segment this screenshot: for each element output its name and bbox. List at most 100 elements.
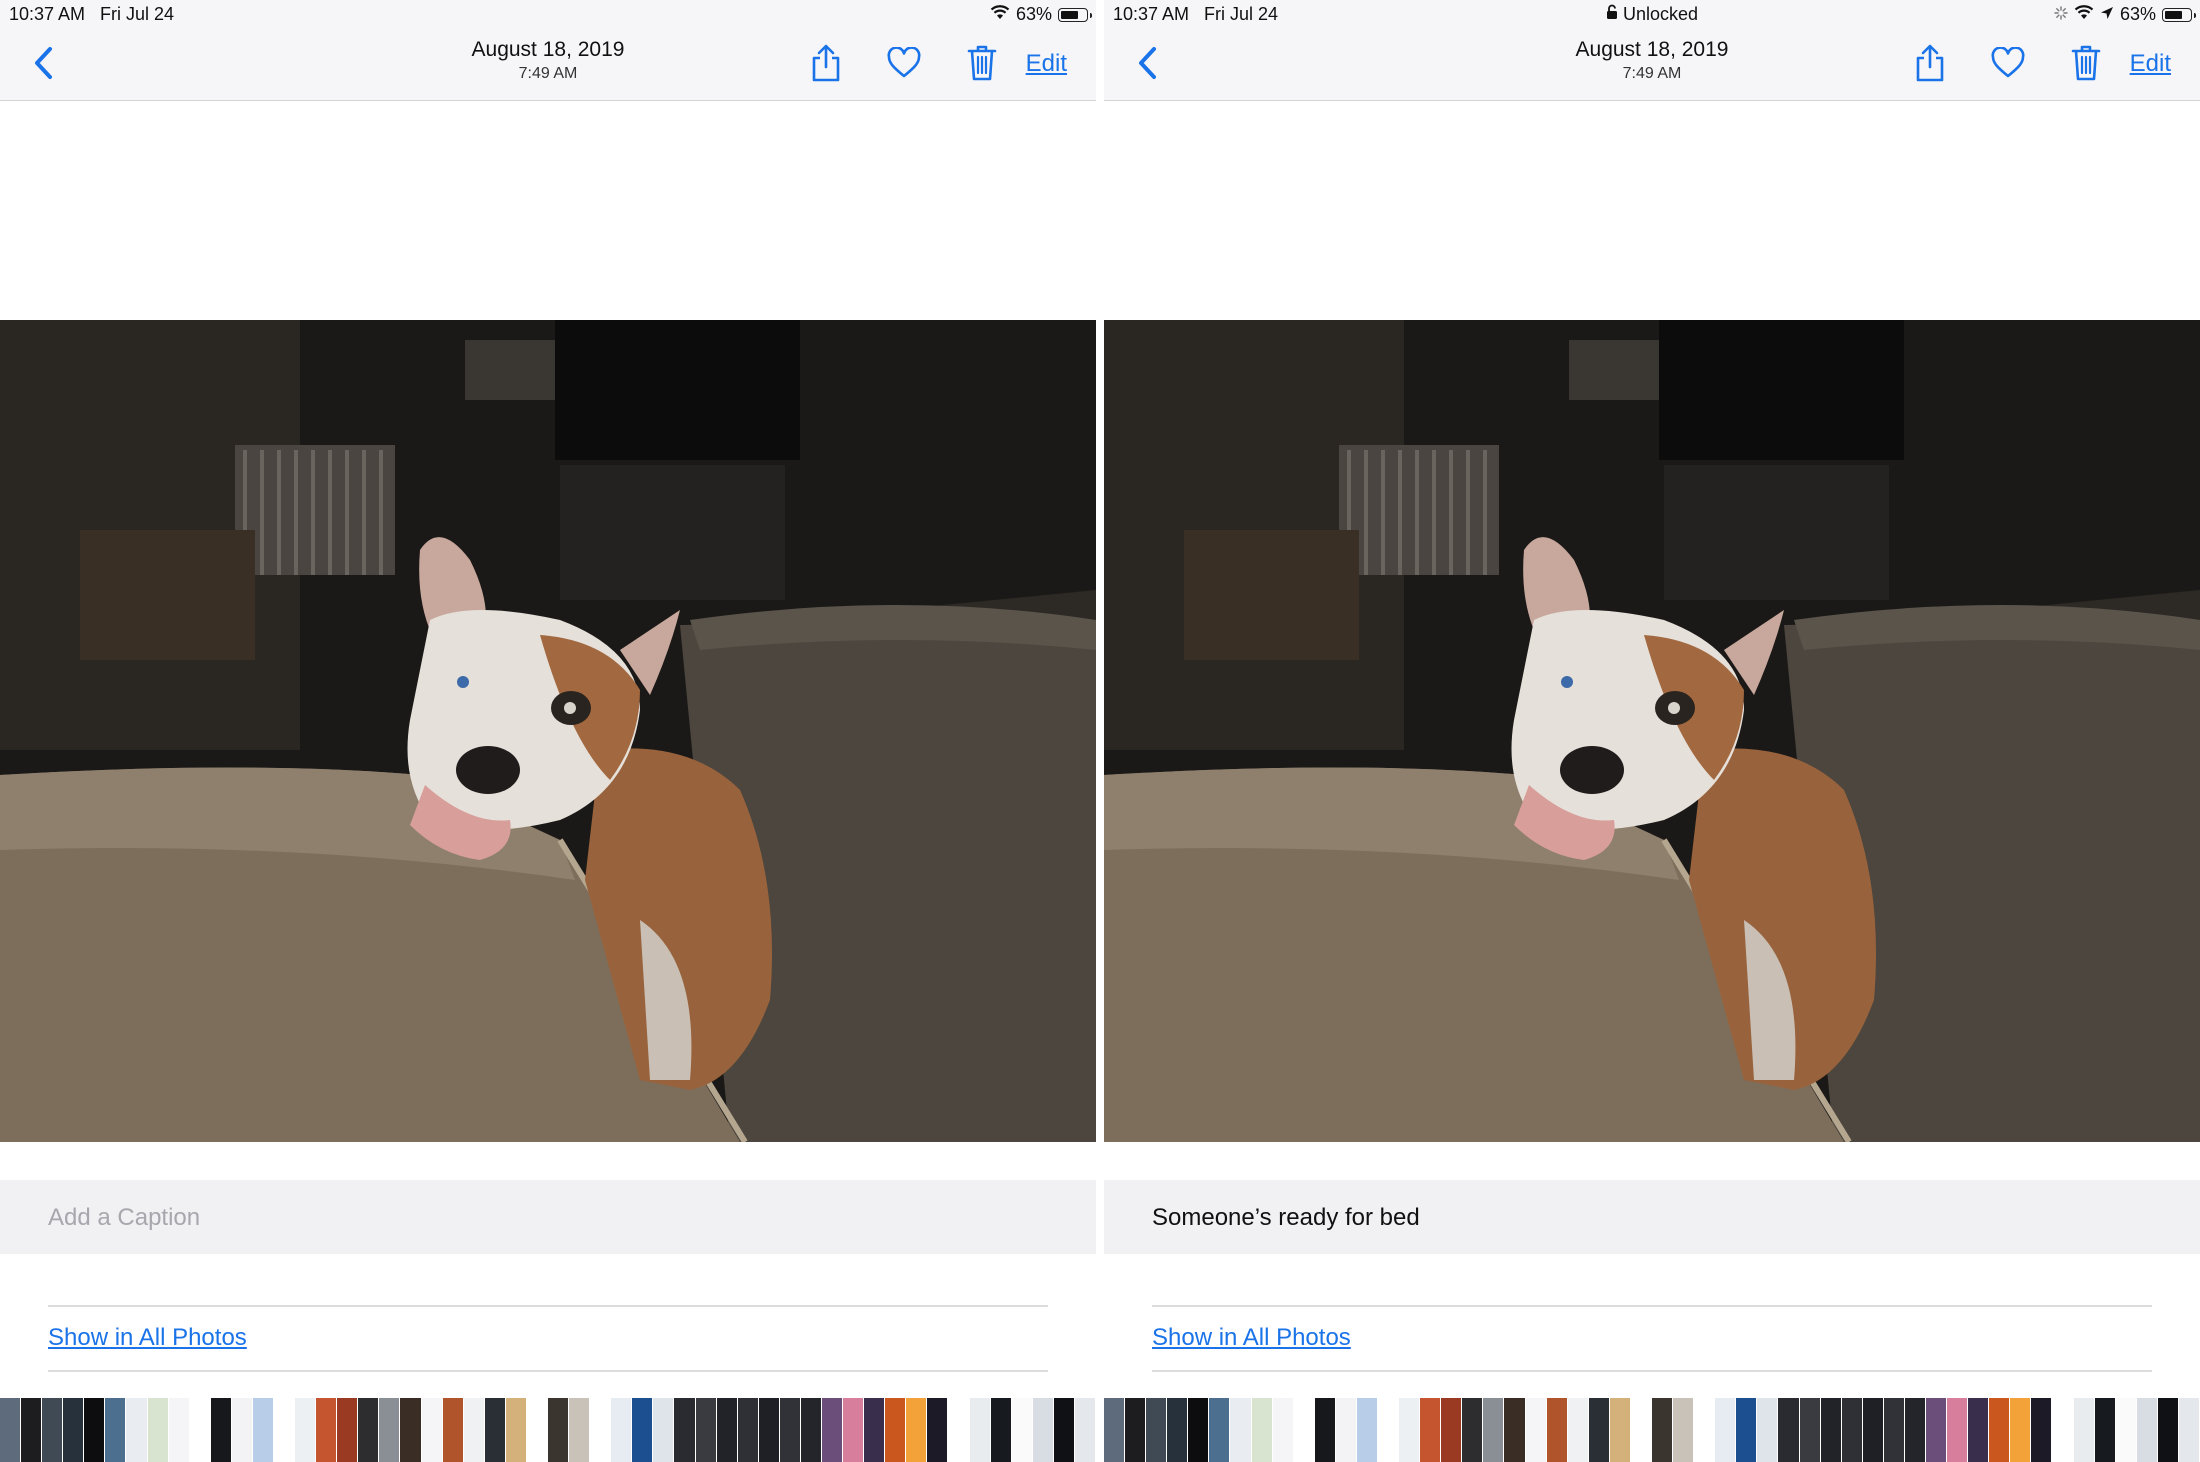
thumbnail[interactable] — [2010, 1398, 2031, 1462]
thumbnail[interactable] — [1567, 1398, 1588, 1462]
thumbnail[interactable] — [463, 1398, 484, 1462]
thumbnail[interactable] — [1926, 1398, 1947, 1462]
share-icon[interactable] — [1910, 42, 1950, 84]
thumbnail[interactable] — [2052, 1398, 2073, 1462]
thumbnail[interactable] — [316, 1398, 337, 1462]
dog-photo[interactable] — [0, 320, 1096, 1142]
thumbnail-filmstrip[interactable] — [1104, 1398, 2200, 1462]
thumbnail[interactable] — [569, 1398, 590, 1462]
thumbnail[interactable] — [1778, 1398, 1799, 1462]
thumbnail[interactable] — [1399, 1398, 1420, 1462]
thumbnail[interactable] — [1504, 1398, 1525, 1462]
thumbnail[interactable] — [1947, 1398, 1968, 1462]
thumbnail[interactable] — [1146, 1398, 1167, 1462]
thumbnail[interactable] — [1820, 1398, 1841, 1462]
edit-button[interactable]: Edit — [2130, 50, 2171, 78]
thumbnail[interactable] — [1652, 1398, 1673, 1462]
thumbnail[interactable] — [822, 1398, 843, 1462]
edit-button[interactable]: Edit — [1026, 50, 1067, 78]
thumbnail[interactable] — [1209, 1398, 1230, 1462]
thumbnail[interactable] — [1904, 1398, 1925, 1462]
thumbnail[interactable] — [84, 1398, 105, 1462]
thumbnail[interactable] — [737, 1398, 758, 1462]
thumbnail[interactable] — [337, 1398, 358, 1462]
thumbnail[interactable] — [147, 1398, 168, 1462]
thumbnail[interactable] — [1546, 1398, 1567, 1462]
caption-bar[interactable]: Add a Caption — [0, 1180, 1096, 1254]
thumbnail[interactable] — [1862, 1398, 1883, 1462]
thumbnail[interactable] — [295, 1398, 316, 1462]
thumbnail[interactable] — [126, 1398, 147, 1462]
thumbnail[interactable] — [231, 1398, 252, 1462]
thumbnail[interactable] — [611, 1398, 632, 1462]
thumbnail[interactable] — [2178, 1398, 2199, 1462]
share-icon[interactable] — [806, 42, 846, 84]
thumbnail[interactable] — [105, 1398, 126, 1462]
thumbnail[interactable] — [0, 1398, 21, 1462]
thumbnail[interactable] — [484, 1398, 505, 1462]
thumbnail[interactable] — [1293, 1398, 1314, 1462]
thumbnail[interactable] — [1483, 1398, 1504, 1462]
thumbnail[interactable] — [1757, 1398, 1778, 1462]
thumbnail[interactable] — [1673, 1398, 1694, 1462]
heart-icon[interactable] — [884, 42, 924, 84]
thumbnail[interactable] — [1609, 1398, 1630, 1462]
thumbnail[interactable] — [927, 1398, 948, 1462]
thumbnail[interactable] — [442, 1398, 463, 1462]
thumbnail[interactable] — [1167, 1398, 1188, 1462]
thumbnail[interactable] — [2136, 1398, 2157, 1462]
trash-icon[interactable] — [2066, 42, 2106, 84]
thumbnail[interactable] — [548, 1398, 569, 1462]
thumbnail[interactable] — [800, 1398, 821, 1462]
thumbnail[interactable] — [1074, 1398, 1095, 1462]
thumbnail[interactable] — [42, 1398, 63, 1462]
thumbnail[interactable] — [1441, 1398, 1462, 1462]
thumbnail[interactable] — [864, 1398, 885, 1462]
thumbnail[interactable] — [1188, 1398, 1209, 1462]
thumbnail[interactable] — [1736, 1398, 1757, 1462]
thumbnail[interactable] — [1272, 1398, 1293, 1462]
thumbnail[interactable] — [358, 1398, 379, 1462]
trash-icon[interactable] — [962, 42, 1002, 84]
thumbnail[interactable] — [379, 1398, 400, 1462]
thumbnail[interactable] — [590, 1398, 611, 1462]
thumbnail[interactable] — [1314, 1398, 1335, 1462]
thumbnail-filmstrip[interactable] — [0, 1398, 1096, 1462]
thumbnail[interactable] — [168, 1398, 189, 1462]
thumbnail[interactable] — [1883, 1398, 1904, 1462]
thumbnail[interactable] — [758, 1398, 779, 1462]
thumbnail[interactable] — [1011, 1398, 1032, 1462]
thumbnail[interactable] — [1420, 1398, 1441, 1462]
thumbnail[interactable] — [779, 1398, 800, 1462]
caption-bar[interactable]: Someone’s ready for bed — [1104, 1180, 2200, 1254]
show-in-all-photos-link[interactable]: Show in All Photos — [48, 1324, 247, 1352]
thumbnail[interactable] — [843, 1398, 864, 1462]
thumbnail[interactable] — [505, 1398, 526, 1462]
thumbnail[interactable] — [2115, 1398, 2136, 1462]
thumbnail[interactable] — [1032, 1398, 1053, 1462]
thumbnail[interactable] — [21, 1398, 42, 1462]
thumbnail[interactable] — [1378, 1398, 1399, 1462]
thumbnail[interactable] — [948, 1398, 969, 1462]
thumbnail[interactable] — [421, 1398, 442, 1462]
thumbnail[interactable] — [210, 1398, 231, 1462]
thumbnail[interactable] — [1715, 1398, 1736, 1462]
thumbnail[interactable] — [1525, 1398, 1546, 1462]
caption-text[interactable]: Someone’s ready for bed — [1152, 1204, 1420, 1232]
thumbnail[interactable] — [1989, 1398, 2010, 1462]
thumbnail[interactable] — [1462, 1398, 1483, 1462]
thumbnail[interactable] — [1588, 1398, 1609, 1462]
thumbnail[interactable] — [1053, 1398, 1074, 1462]
thumbnail[interactable] — [1104, 1398, 1125, 1462]
show-in-all-photos-link[interactable]: Show in All Photos — [1152, 1324, 1351, 1352]
thumbnail[interactable] — [1694, 1398, 1715, 1462]
thumbnail[interactable] — [695, 1398, 716, 1462]
thumbnail[interactable] — [653, 1398, 674, 1462]
thumbnail[interactable] — [63, 1398, 84, 1462]
thumbnail[interactable] — [1841, 1398, 1862, 1462]
thumbnail[interactable] — [906, 1398, 927, 1462]
thumbnail[interactable] — [252, 1398, 273, 1462]
thumbnail[interactable] — [716, 1398, 737, 1462]
thumbnail[interactable] — [400, 1398, 421, 1462]
thumbnail[interactable] — [1251, 1398, 1272, 1462]
